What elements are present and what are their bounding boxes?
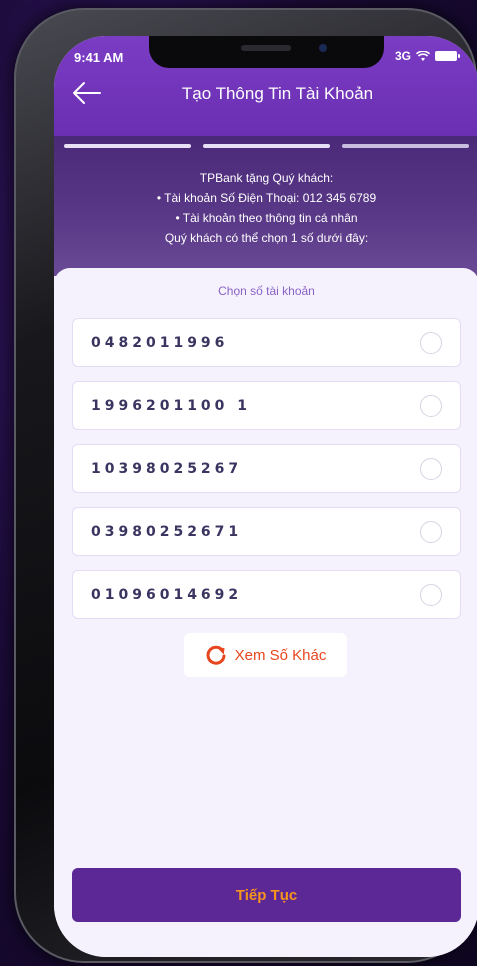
wifi-icon: [416, 50, 430, 61]
radio-button[interactable]: [420, 457, 442, 480]
promo-line-2: • Tài khoản Số Điện Thoại: 012 345 6789: [156, 191, 377, 205]
status-indicators: 3G: [394, 49, 460, 63]
account-chooser-card: Chọn số tài khoản 0482011996 1996201100 …: [54, 268, 477, 957]
account-option[interactable]: 10398025267: [72, 444, 461, 493]
radio-button[interactable]: [420, 394, 442, 417]
continue-button[interactable]: Tiếp Tục: [72, 868, 461, 922]
account-number-list: 0482011996 1996201100 1 10398025267 0398…: [72, 318, 461, 633]
account-number: 0482011996: [91, 334, 229, 351]
more-numbers-button[interactable]: Xem Số Khác: [184, 633, 347, 677]
continue-label: Tiếp Tục: [235, 886, 298, 904]
step-3-indicator: [342, 144, 469, 148]
camera-icon: [319, 44, 327, 52]
network-label: 3G: [394, 49, 411, 63]
promo-line-3: • Tài khoản theo thông tin cá nhân: [175, 211, 358, 225]
account-number: 03980252671: [91, 523, 243, 540]
radio-button[interactable]: [420, 583, 442, 606]
radio-button[interactable]: [420, 520, 442, 543]
phone-notch: [149, 36, 384, 68]
account-number: 1996201100 1: [91, 397, 252, 414]
account-option[interactable]: 0482011996: [72, 318, 461, 367]
speaker-grille: [241, 45, 291, 51]
more-numbers-label: Xem Số Khác: [234, 646, 327, 664]
step-2-indicator: [203, 144, 330, 148]
app-header: 9:41 AM 3G Tạo Thông Tin Tài Khoản: [54, 36, 477, 136]
promo-banner: TPBank tặng Quý khách: • Tài khoản Số Đi…: [54, 136, 477, 276]
page-title: Tạo Thông Tin Tài Khoản: [181, 84, 374, 103]
step-progress: [64, 144, 469, 148]
phone-frame: 9:41 AM 3G Tạo Thông Tin Tài Khoản TPBan…: [14, 8, 477, 963]
promo-line-1: TPBank tặng Quý khách:: [199, 171, 334, 185]
app-screen: 9:41 AM 3G Tạo Thông Tin Tài Khoản TPBan…: [54, 36, 477, 957]
step-1-indicator: [64, 144, 191, 148]
promo-text: TPBank tặng Quý khách: • Tài khoản Số Đi…: [54, 168, 477, 248]
account-number: 10398025267: [91, 460, 243, 477]
battery-icon: [435, 51, 460, 61]
refresh-icon: [206, 645, 226, 665]
status-time: 9:41 AM: [74, 50, 124, 65]
account-option[interactable]: 03980252671: [72, 507, 461, 556]
account-option[interactable]: 1996201100 1: [72, 381, 461, 430]
promo-line-4: Quý khách có thể chọn 1 số dưới đây:: [164, 231, 369, 245]
radio-button[interactable]: [420, 331, 442, 354]
chooser-label: Chọn số tài khoản: [218, 284, 315, 298]
account-number: 01096014692: [91, 586, 243, 603]
account-option[interactable]: 01096014692: [72, 570, 461, 619]
